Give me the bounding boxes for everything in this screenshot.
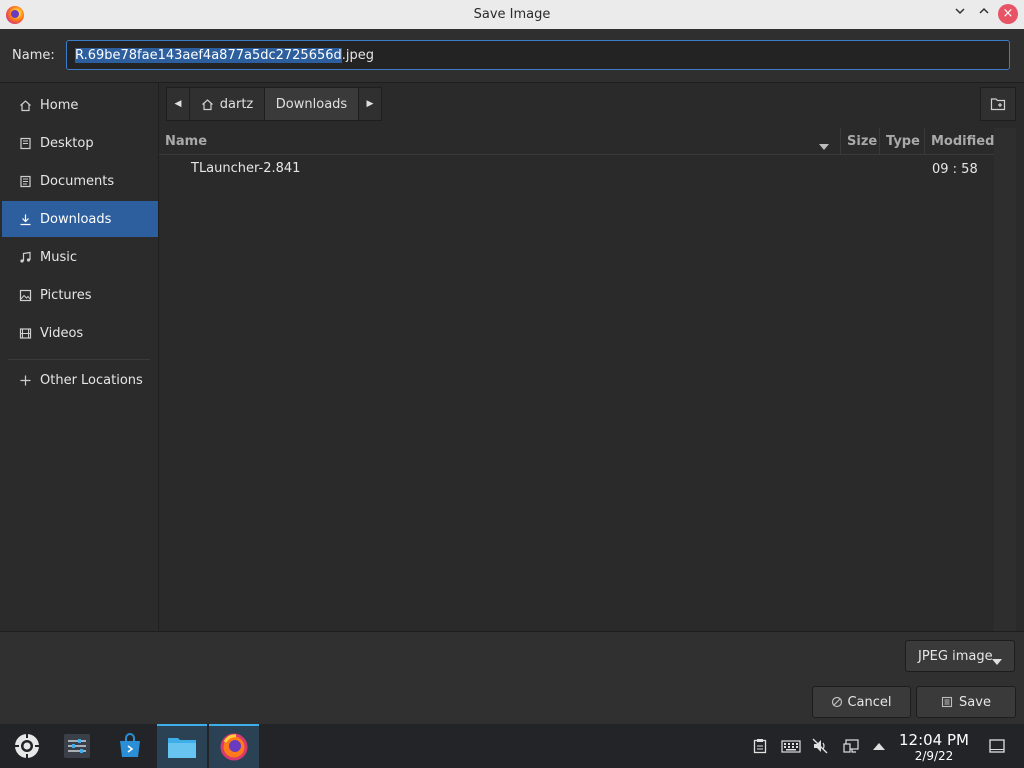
digital-clock[interactable]: 12:04 PM 2/9/22 [899,731,969,764]
chevron-down-icon [955,8,965,15]
clipboard-icon[interactable] [752,738,768,754]
sidebar-item-label: Other Locations [40,372,143,388]
store-bag-icon [120,733,140,757]
path-bar: ◀ dartz Downloads ▶ [159,83,1024,128]
chevron-up-icon [979,7,989,14]
dialog-footer: JPEG image Cancel Save [0,631,1024,725]
column-header-label: Name [165,134,208,149]
cancel-label: Cancel [847,694,892,710]
maximize-button[interactable] [974,4,994,24]
chevron-left-icon: ◀ [174,99,182,109]
name-label: Name: [12,48,55,63]
table-row[interactable]: TLauncher-2.841 09 : 58 [159,157,994,181]
path-segment-label: Downloads [275,96,348,112]
save-label: Save [959,694,991,710]
new-folder-button[interactable] [980,87,1016,121]
keyboard-icon[interactable] [781,738,801,754]
path-segment-home[interactable]: dartz [189,87,265,121]
file-type-filter[interactable]: JPEG image [905,640,1015,672]
sidebar-item-label: Desktop [40,135,94,151]
sidebar-item-pictures[interactable]: Pictures [2,277,158,313]
documents-icon [18,174,32,188]
minimize-button[interactable] [950,4,970,24]
sidebar-item-other-locations[interactable]: Other Locations [2,362,158,398]
sidebar-item-documents[interactable]: Documents [2,163,158,199]
dropdown-arrow-icon [992,654,1002,669]
chevron-right-icon: ▶ [366,99,374,109]
cancel-icon [831,696,843,708]
name-bar: Name: R.69be78fae143aef4a877a5dc2725656d… [0,29,1024,83]
system-settings-button[interactable] [52,724,102,768]
sidebar-separator [8,359,150,360]
file-name: TLauncher-2.841 [191,161,301,176]
sidebar-item-label: Music [40,249,77,265]
firefox-icon [220,733,248,761]
sidebar-item-home[interactable]: Home [2,87,158,123]
taskbar: 12:04 PM 2/9/22 [0,724,1024,768]
save-button[interactable]: Save [916,686,1016,718]
clock-time: 12:04 PM [899,731,969,749]
clock-date: 2/9/22 [914,749,954,763]
sidebar-item-label: Pictures [40,287,92,303]
network-wired-icon[interactable] [843,738,859,754]
show-hidden-icons-arrow-icon[interactable] [871,738,887,754]
file-list: Name Size Type Modified TLauncher-2.841 … [159,128,994,631]
sidebar-item-desktop[interactable]: Desktop [2,125,158,161]
column-header-type[interactable]: Type [879,128,924,155]
column-header-size[interactable]: Size [840,128,878,155]
header-divider [159,154,994,155]
filename-input[interactable]: R.69be78fae143aef4a877a5dc2725656d.jpeg [66,40,1010,70]
show-desktop-icon[interactable] [989,738,1005,754]
file-type-filter-label: JPEG image [918,648,993,664]
cancel-button[interactable]: Cancel [812,686,911,718]
sidebar-item-music[interactable]: Music [2,239,158,275]
window-title: Save Image [473,7,551,22]
launcher-gear-icon [14,733,40,759]
volume-muted-icon[interactable] [812,738,828,754]
vertical-scrollbar[interactable] [994,128,1016,631]
filename-selected-text: R.69be78fae143aef4a877a5dc2725656d [75,48,342,63]
home-icon [18,98,32,112]
home-icon [201,98,214,111]
column-header-modified[interactable]: Modified [924,128,994,155]
column-header-name[interactable]: Name [159,128,839,155]
videos-icon [18,326,32,340]
sidebar-item-label: Downloads [40,211,112,227]
discover-store-button[interactable] [105,724,155,768]
column-header-label: Size [847,134,878,149]
title-bar: Save Image × [0,0,1024,29]
sidebar-item-downloads[interactable]: Downloads [2,201,158,237]
sidebar-item-label: Videos [40,325,84,341]
downloads-icon [18,212,32,226]
close-icon: × [1002,6,1014,21]
filename-extension: .jpeg [341,48,375,63]
plus-icon [18,373,32,387]
column-header-label: Modified [931,134,995,149]
save-icon [941,696,953,708]
places-sidebar: Home Desktop Documents Downloads Music P… [0,83,159,631]
music-icon [18,250,32,264]
path-forward-button[interactable]: ▶ [358,87,382,121]
close-button[interactable]: × [998,4,1018,24]
desktop-icon [18,136,32,150]
sidebar-item-label: Documents [40,173,115,189]
new-folder-icon [990,98,1006,111]
column-header-label: Type [886,134,920,149]
sidebar-item-label: Home [40,97,79,113]
path-segment-label: dartz [219,96,254,112]
settings-sliders-icon [64,734,90,758]
path-segment-downloads[interactable]: Downloads [264,87,359,121]
firefox-taskbar-button[interactable] [209,724,259,768]
sort-descending-icon [819,139,829,154]
pictures-icon [18,288,32,302]
folder-icon [168,738,196,758]
sidebar-item-videos[interactable]: Videos [2,315,158,351]
file-manager-button[interactable] [157,724,207,768]
file-modified: 09 : 58 [932,162,978,177]
path-back-button[interactable]: ◀ [166,87,190,121]
application-launcher-button[interactable] [2,724,52,768]
